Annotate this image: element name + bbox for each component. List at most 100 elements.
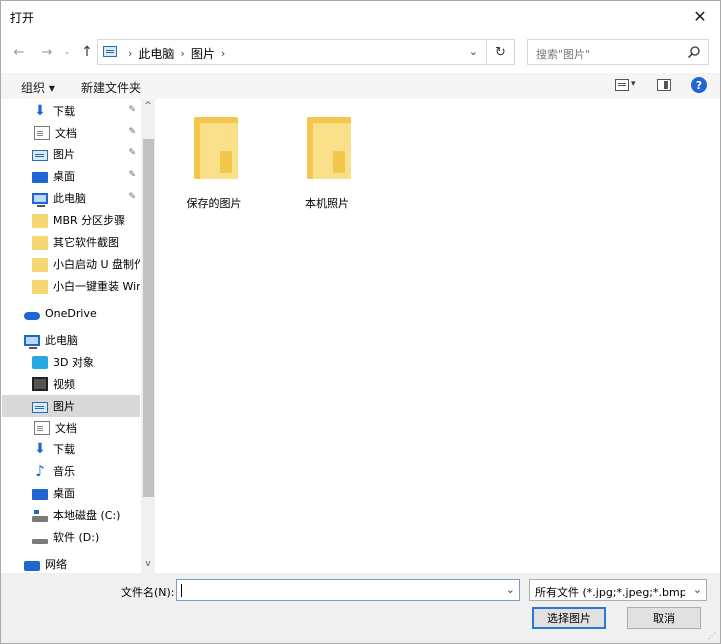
sidebar-item-thispc[interactable]: 此电脑 <box>2 329 140 351</box>
sidebar-item-label: 视频 <box>53 378 75 391</box>
3d-objects-icon <box>32 355 48 369</box>
folder-icon <box>307 117 351 179</box>
resize-grip-icon[interactable]: ⋰ <box>708 631 717 640</box>
sidebar-item-desktop-quick[interactable]: 桌面 ✎ <box>2 165 140 187</box>
chevron-down-icon: ⌄ <box>63 47 71 57</box>
sidebar-item-folder-mbr[interactable]: MBR 分区步骤 <box>2 209 140 231</box>
navigation-pane: ⬇ 下载 ✎ 文档 ✎ 图片 ✎ 桌面 ✎ 此电脑 ✎ MBR 分区步骤 其它软… <box>2 99 155 573</box>
file-type-value: 所有文件 (*.jpg;*.jpeg;*.bmp;*. <box>535 586 685 599</box>
scroll-up-icon[interactable]: ^ <box>141 101 155 113</box>
scroll-down-icon[interactable]: v <box>141 559 155 571</box>
filename-label: 文件名(N): <box>121 586 175 599</box>
breadcrumb: › 此电脑 › 图片 › <box>122 45 231 62</box>
chevron-down-icon[interactable]: ⌄ <box>506 583 515 596</box>
command-toolbar: 组织 ▾ 新建文件夹 ▾ ? <box>1 73 720 99</box>
desktop-icon <box>32 488 48 500</box>
file-type-select[interactable]: 所有文件 (*.jpg;*.jpeg;*.bmp;*. ⌄ <box>529 579 707 601</box>
arrow-right-icon: → <box>41 44 53 60</box>
sidebar-item-onedrive[interactable]: OneDrive <box>2 302 140 324</box>
view-options-dropdown[interactable]: ▾ <box>631 79 636 89</box>
forward-button[interactable]: → <box>39 41 55 63</box>
music-icon: ♪ <box>35 462 45 480</box>
sidebar-item-thispc-quick[interactable]: 此电脑 ✎ <box>2 187 140 209</box>
sidebar-item-label: 软件 (D:) <box>53 531 100 544</box>
folder-icon <box>32 257 48 272</box>
organize-menu[interactable]: 组织 ▾ <box>21 79 55 96</box>
sidebar-item-music[interactable]: ♪ 音乐 <box>2 460 140 482</box>
title-bar: 打开 ✕ <box>1 1 720 31</box>
sidebar-item-label: OneDrive <box>45 306 97 320</box>
breadcrumb-separator-icon[interactable]: › <box>221 47 225 60</box>
sidebar-item-documents[interactable]: 文档 <box>2 417 140 439</box>
refresh-button[interactable]: ↻ <box>486 40 514 64</box>
change-view-icon[interactable] <box>615 79 629 91</box>
sidebar-item-downloads-quick[interactable]: ⬇ 下载 ✎ <box>2 100 140 122</box>
breadcrumb-pictures[interactable]: 图片 <box>191 45 215 62</box>
network-icon <box>24 561 40 571</box>
search-input[interactable]: 搜索"图片" <box>527 39 709 65</box>
sidebar-item-label: 3D 对象 <box>53 356 94 369</box>
sidebar-item-pictures[interactable]: 图片 <box>2 395 140 417</box>
sidebar-item-folder-screenshots[interactable]: 其它软件截图 <box>2 231 140 253</box>
sidebar-item-desktop[interactable]: 桌面 <box>2 482 140 504</box>
cancel-button[interactable]: 取消 <box>627 607 701 629</box>
sidebar-item-downloads[interactable]: ⬇ 下载 <box>2 438 140 460</box>
folder-icon <box>194 117 238 179</box>
close-button[interactable]: ✕ <box>680 1 720 31</box>
chevron-down-icon: ⌄ <box>692 583 702 596</box>
desktop-icon <box>32 171 48 183</box>
folder-name: 本机照片 <box>305 197 349 210</box>
sidebar-item-label: 小白启动 U 盘制作 <box>53 258 140 271</box>
sidebar-item-label: 其它软件截图 <box>53 236 119 249</box>
folder-icon <box>32 279 48 294</box>
breadcrumb-this-pc[interactable]: 此电脑 <box>138 45 174 62</box>
sidebar-item-3d-objects[interactable]: 3D 对象 <box>2 351 140 373</box>
pictures-icon <box>32 401 48 413</box>
back-button[interactable]: ← <box>11 41 27 63</box>
pin-icon: ✎ <box>128 127 136 137</box>
sidebar-item-documents-quick[interactable]: 文档 ✎ <box>2 122 140 144</box>
help-icon[interactable]: ? <box>691 77 707 93</box>
open-button[interactable]: 选择图片 <box>532 607 606 629</box>
scrollbar-thumb[interactable] <box>143 139 154 497</box>
sidebar-item-label: 此电脑 <box>45 334 78 347</box>
search-placeholder: 搜索"图片" <box>536 48 591 61</box>
video-icon <box>32 377 48 391</box>
filename-input[interactable]: ⌄ <box>176 579 520 601</box>
recent-locations-button[interactable]: ⌄ <box>61 41 73 63</box>
address-history-dropdown[interactable]: ⌄ <box>469 45 478 58</box>
address-bar[interactable]: › 此电脑 › 图片 › ⌄ ↻ <box>97 39 515 65</box>
sidebar-item-folder-usb[interactable]: 小白启动 U 盘制作 <box>2 253 140 275</box>
sidebar-item-local-disk-c[interactable]: 本地磁盘 (C:) <box>2 504 140 526</box>
sidebar-item-label: 下载 <box>53 105 75 118</box>
sidebar-item-label: 图片 <box>53 400 75 413</box>
folder-icon <box>32 235 48 250</box>
up-button[interactable]: ↑ <box>79 41 95 63</box>
pictures-icon <box>103 46 117 57</box>
preview-pane-icon[interactable] <box>657 79 671 91</box>
pictures-icon <box>32 149 48 161</box>
computer-icon <box>24 335 40 349</box>
folder-item-saved-pictures[interactable]: 保存的图片 <box>169 99 259 210</box>
document-icon <box>34 421 50 435</box>
dialog-title: 打开 <box>10 11 35 25</box>
breadcrumb-separator-icon[interactable]: › <box>128 47 132 60</box>
sidebar-item-drive-d[interactable]: 软件 (D:) <box>2 526 140 548</box>
file-list-pane[interactable]: 保存的图片 本机照片 <box>156 99 720 573</box>
breadcrumb-separator-icon[interactable]: › <box>180 47 184 60</box>
navigation-scrollbar[interactable]: ^ v <box>141 99 155 573</box>
new-folder-button[interactable]: 新建文件夹 <box>81 79 141 96</box>
sidebar-item-pictures-quick[interactable]: 图片 ✎ <box>2 143 140 165</box>
sidebar-item-network[interactable]: 网络 <box>2 553 140 573</box>
text-caret <box>181 584 182 597</box>
download-icon: ⬇ <box>34 441 46 457</box>
sidebar-item-label: 音乐 <box>53 465 75 478</box>
search-icon <box>687 46 700 59</box>
sidebar-item-label: 下载 <box>53 443 75 456</box>
computer-icon <box>32 193 48 207</box>
sidebar-item-label: 此电脑 <box>53 192 86 205</box>
sidebar-item-folder-reinstall[interactable]: 小白一键重装 Win <box>2 275 140 297</box>
document-icon <box>34 126 50 140</box>
sidebar-item-videos[interactable]: 视频 <box>2 373 140 395</box>
folder-item-camera-roll[interactable]: 本机照片 <box>282 99 372 210</box>
